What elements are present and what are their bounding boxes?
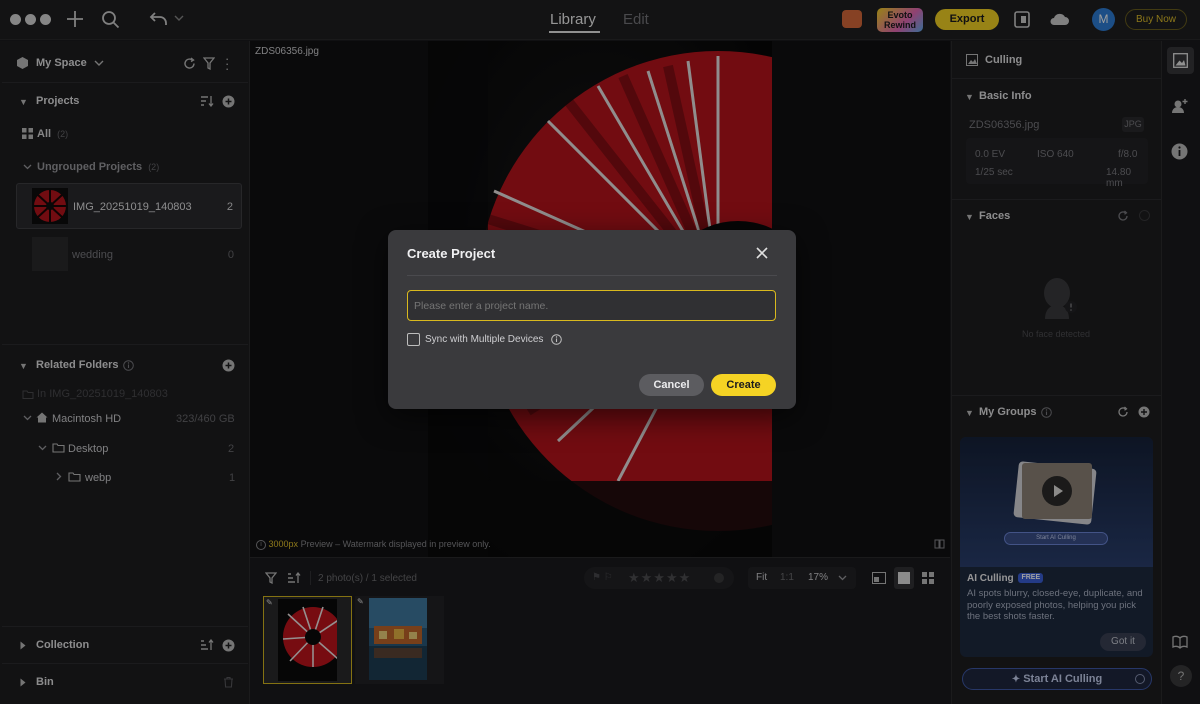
sync-checkbox[interactable] (407, 333, 420, 346)
create-button[interactable]: Create (711, 374, 776, 396)
cancel-button[interactable]: Cancel (639, 374, 704, 396)
dialog-title: Create Project (407, 246, 496, 261)
dialog-divider (407, 275, 777, 276)
sync-info-icon[interactable] (551, 334, 562, 345)
create-project-dialog: Create Project Sync with Multiple Device… (388, 230, 796, 409)
sync-label[interactable]: Sync with Multiple Devices (425, 334, 543, 345)
project-name-input[interactable] (407, 290, 776, 321)
close-icon[interactable] (755, 246, 769, 260)
